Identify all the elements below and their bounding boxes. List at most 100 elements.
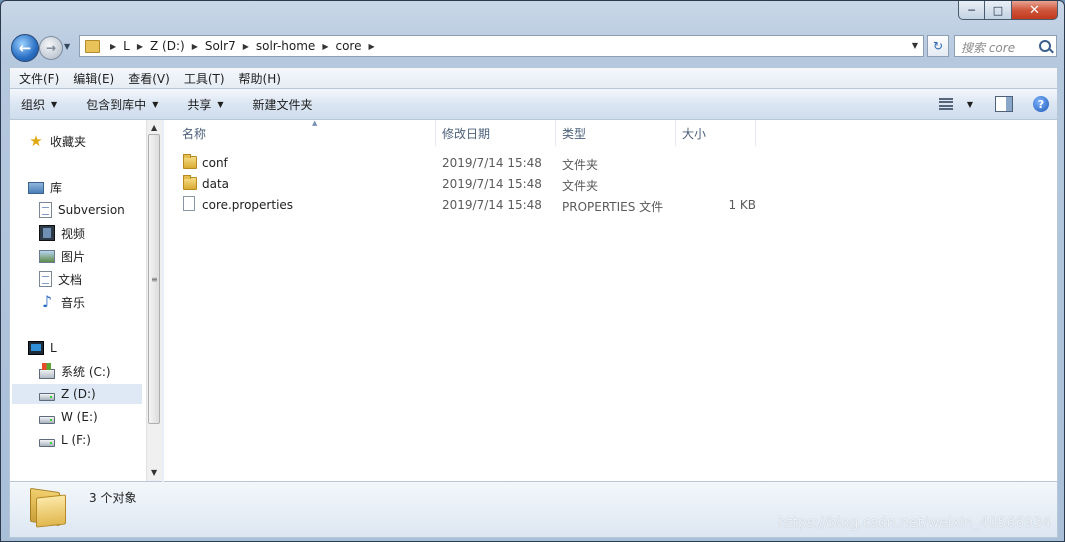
breadcrumb-item[interactable]: Solr7 (205, 39, 236, 53)
scrollbar-thumb[interactable]: ≡ (148, 134, 160, 424)
sidebar-item-music[interactable]: ♪ 音乐 (39, 292, 85, 312)
file-date: 2019/7/14 15:48 (442, 177, 542, 191)
help-icon[interactable]: ? (1033, 96, 1049, 112)
history-dropdown-icon[interactable]: ▼ (64, 42, 70, 51)
chevron-right-icon[interactable]: ▶ (368, 42, 374, 51)
sidebar-item-computer[interactable]: L (28, 338, 57, 358)
file-type: 文件夹 (562, 179, 599, 193)
file-row[interactable]: data 2019/7/14 15:48 文件夹 (176, 175, 776, 195)
pane-divider[interactable] (162, 120, 164, 482)
watermark: https://blog.csdn.net/weixin_40566934 (777, 515, 1051, 531)
refresh-button[interactable]: ↻ (927, 35, 949, 57)
column-date[interactable]: 修改日期 (436, 120, 556, 146)
explorer-window: ─ □ ✕ ← → ▼ ▶ L ▶ Z (D:) ▶ Solr7 ▶ solr-… (0, 0, 1065, 542)
include-library-button[interactable]: 包含到库中 ▼ (75, 96, 168, 113)
sidebar-item-drive-c[interactable]: 系统 (C:) (39, 361, 111, 381)
chevron-down-icon: ▼ (217, 99, 224, 109)
file-name: core.properties (202, 198, 294, 212)
sidebar-item-favorites[interactable]: ★ 收藏夹 (28, 131, 86, 151)
breadcrumb-item[interactable]: L (123, 39, 130, 53)
caption-buttons: ─ □ ✕ (958, 1, 1058, 20)
file-date: 2019/7/14 15:48 (442, 156, 542, 170)
search-icon[interactable] (1039, 40, 1051, 52)
menu-help[interactable]: 帮助(H) (234, 70, 286, 87)
breadcrumb: ▶ L ▶ Z (D:) ▶ Solr7 ▶ solr-home ▶ core … (103, 39, 382, 53)
menu-file[interactable]: 文件(F) (14, 70, 64, 87)
menu-edit[interactable]: 编辑(E) (68, 70, 119, 87)
chevron-right-icon[interactable]: ▶ (322, 42, 328, 51)
chevron-right-icon[interactable]: ▶ (110, 42, 116, 51)
chevron-down-icon: ▼ (152, 99, 159, 109)
hard-drive-icon (39, 439, 55, 447)
sidebar-item-libraries[interactable]: 库 (28, 177, 62, 197)
sidebar-item-drive-e[interactable]: W (E:) (39, 407, 98, 427)
chevron-right-icon[interactable]: ▶ (192, 42, 198, 51)
back-button[interactable]: ← (11, 34, 39, 62)
forward-button[interactable]: → (39, 36, 63, 60)
breadcrumb-item[interactable]: Z (D:) (150, 39, 185, 53)
file-row[interactable]: conf 2019/7/14 15:48 文件夹 (176, 154, 776, 174)
file-date: 2019/7/14 15:48 (442, 198, 542, 212)
minimize-button[interactable]: ─ (958, 1, 985, 20)
picture-icon (39, 250, 55, 263)
breadcrumb-item[interactable]: solr-home (256, 39, 315, 53)
search-placeholder: 搜索 core (961, 41, 1016, 55)
share-button[interactable]: 共享 ▼ (176, 96, 233, 113)
computer-icon (28, 341, 44, 355)
music-note-icon: ♪ (41, 292, 53, 311)
refresh-icon: ↻ (932, 39, 944, 53)
details-pane: 3 个对象 https://blog.csdn.net/weixin_40566… (9, 482, 1058, 538)
address-dropdown-icon[interactable]: ▼ (912, 41, 918, 50)
search-input[interactable]: 搜索 core (954, 35, 1057, 57)
video-icon (39, 225, 55, 241)
hard-drive-icon (39, 393, 55, 401)
view-options-icon[interactable] (938, 98, 953, 110)
scroll-up-icon[interactable]: ▲ (151, 123, 157, 132)
system-drive-icon (39, 362, 55, 379)
sidebar-item-subversion[interactable]: Subversion (39, 200, 125, 220)
folder-icon (85, 39, 100, 53)
file-name: conf (202, 156, 228, 170)
libraries-icon (28, 182, 44, 194)
hard-drive-icon (39, 416, 55, 424)
organize-button[interactable]: 组织 ▼ (10, 96, 67, 113)
chevron-right-icon[interactable]: ▶ (243, 42, 249, 51)
column-name[interactable]: ▲ 名称 (176, 119, 436, 146)
menu-tools[interactable]: 工具(T) (179, 70, 230, 87)
sidebar-scrollbar[interactable]: ▲ ≡ ▼ (146, 120, 162, 481)
column-header: ▲ 名称 修改日期 类型 大小 (166, 119, 766, 146)
chevron-down-icon[interactable]: ▼ (967, 100, 973, 109)
sidebar-item-drive-d[interactable]: Z (D:) (12, 384, 142, 404)
column-size[interactable]: 大小 (676, 120, 756, 146)
scroll-down-icon[interactable]: ▼ (151, 468, 157, 477)
file-row[interactable]: core.properties 2019/7/14 15:48 PROPERTI… (176, 196, 776, 216)
file-list: ▲ 名称 修改日期 类型 大小 conf 2019/7/14 15:48 文件夹… (166, 119, 1057, 482)
document-icon (39, 271, 52, 287)
sidebar-item-videos[interactable]: 视频 (39, 223, 85, 243)
sort-up-icon: ▲ (312, 119, 318, 127)
command-bar: 组织 ▼ 包含到库中 ▼ 共享 ▼ 新建文件夹 ▼ ? (9, 88, 1058, 120)
address-bar[interactable]: ▶ L ▶ Z (D:) ▶ Solr7 ▶ solr-home ▶ core … (79, 35, 924, 57)
sidebar-item-pictures[interactable]: 图片 (39, 246, 85, 266)
preview-pane-icon[interactable] (995, 96, 1013, 112)
star-icon: ★ (29, 132, 43, 150)
breadcrumb-item[interactable]: core (335, 39, 361, 53)
file-icon (183, 196, 195, 211)
chevron-right-icon[interactable]: ▶ (137, 42, 143, 51)
menu-view[interactable]: 查看(V) (123, 70, 175, 87)
forward-arrow-icon: → (45, 41, 57, 55)
file-type: 文件夹 (562, 158, 599, 172)
maximize-button[interactable]: □ (985, 1, 1012, 20)
navigation-bar: ← → ▼ ▶ L ▶ Z (D:) ▶ Solr7 ▶ solr-home ▶… (9, 33, 1059, 62)
menu-bar: 文件(F) 编辑(E) 查看(V) 工具(T) 帮助(H) (9, 67, 1058, 88)
file-name: data (202, 177, 230, 191)
folder-icon (183, 154, 197, 169)
file-size: 1 KB (728, 198, 756, 212)
column-type[interactable]: 类型 (556, 120, 676, 146)
sidebar-item-drive-f[interactable]: L (F:) (39, 430, 91, 450)
new-folder-button[interactable]: 新建文件夹 (242, 96, 323, 113)
close-button[interactable]: ✕ (1012, 1, 1058, 20)
grip-icon: ≡ (151, 275, 158, 284)
sidebar-item-documents[interactable]: 文档 (39, 269, 82, 289)
chevron-down-icon: ▼ (51, 99, 58, 109)
